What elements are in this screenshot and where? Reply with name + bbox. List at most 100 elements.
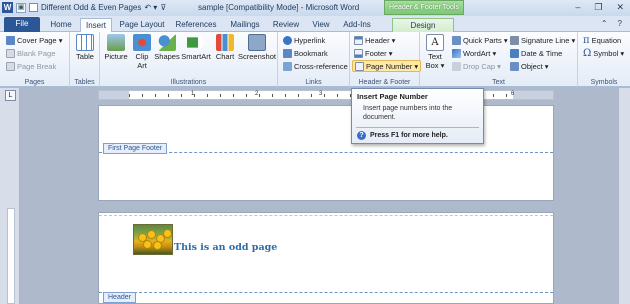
header-footer-tools-label: Header & Footer Tools xyxy=(384,0,464,15)
tab-insert[interactable]: Insert xyxy=(80,18,112,33)
page-break-button[interactable]: Page Break xyxy=(6,60,56,72)
word-app-icon[interactable]: W xyxy=(2,2,13,13)
ruler-tick xyxy=(285,94,286,97)
first-page-footer-tab: First Page Footer xyxy=(103,143,168,154)
tab-design[interactable]: Design xyxy=(392,18,454,32)
cross-reference-label: Cross-reference xyxy=(294,61,348,71)
collapse-ribbon-icon[interactable]: ⌃ xyxy=(601,19,608,28)
ruler-number: 3 xyxy=(319,91,323,97)
flower-image[interactable] xyxy=(133,224,173,255)
ruler-tick xyxy=(246,94,247,97)
date-time-button[interactable]: Date & Time xyxy=(510,47,562,59)
chart-button[interactable]: Chart xyxy=(213,34,237,61)
ruler-tick xyxy=(324,94,325,97)
restore-icon[interactable]: ❐ xyxy=(594,2,602,13)
table-icon xyxy=(76,34,94,51)
footer-icon xyxy=(354,48,363,58)
save-icon[interactable]: ▣ xyxy=(16,2,26,13)
clip-art-button[interactable]: Clip Art xyxy=(132,34,152,70)
blank-page-button[interactable]: Blank Page xyxy=(6,47,55,59)
screenshot-button[interactable]: Screenshot xyxy=(238,34,276,61)
customize-qat-icon[interactable]: ⊽ xyxy=(160,3,166,12)
cover-page-button[interactable]: Cover Page ▾ xyxy=(6,34,62,46)
ruler-tick xyxy=(155,94,156,97)
tab-file[interactable]: File xyxy=(4,17,40,32)
page-break-icon xyxy=(6,61,15,71)
ruler-tick xyxy=(298,94,299,97)
ruler-right-margin xyxy=(513,91,553,99)
bookmark-button[interactable]: Bookmark xyxy=(283,47,328,59)
picture-button[interactable]: Picture xyxy=(102,34,130,61)
object-icon xyxy=(510,61,519,71)
tooltip-title: Insert Page Number xyxy=(357,92,428,101)
signature-line-icon xyxy=(510,35,519,45)
group-illustrations: Picture Clip Art Shapes SmartArt Chart S… xyxy=(100,32,278,87)
tab-selector-icon[interactable]: L xyxy=(5,90,16,101)
smartart-button[interactable]: SmartArt xyxy=(181,34,211,61)
top-margin-line xyxy=(99,215,553,216)
tab-page-layout[interactable]: Page Layout xyxy=(118,18,166,32)
shapes-icon xyxy=(158,34,176,51)
tab-home[interactable]: Home xyxy=(46,18,76,32)
tab-references[interactable]: References xyxy=(172,18,220,32)
different-odd-even-checkbox[interactable] xyxy=(29,3,38,12)
group-label-header-footer: Header & Footer xyxy=(358,79,411,86)
ruler-tick xyxy=(207,94,208,97)
page-number-button[interactable]: Page Number ▾ xyxy=(352,60,422,72)
ruler-number: 6 xyxy=(511,91,515,97)
close-icon[interactable]: ✕ xyxy=(616,2,624,13)
picture-label: Picture xyxy=(104,52,128,61)
group-label-symbols: Symbols xyxy=(590,79,618,86)
tab-mailings[interactable]: Mailings xyxy=(226,18,264,32)
page-break-label: Page Break xyxy=(17,61,57,71)
qat-odd-even-label[interactable]: Different Odd & Even Pages xyxy=(41,3,141,12)
cross-reference-button[interactable]: Cross-reference xyxy=(283,60,348,72)
chart-icon xyxy=(216,34,234,51)
group-label-tables: Tables xyxy=(74,79,95,86)
page-number-tooltip: Insert Page Number Insert page numbers i… xyxy=(351,88,484,144)
text-box-button[interactable]: A Text Box ▾ xyxy=(422,34,448,70)
equation-button[interactable]: π Equation xyxy=(583,34,621,46)
header-label: Header ▾ xyxy=(365,35,396,45)
tab-view[interactable]: View xyxy=(308,18,334,32)
drop-cap-button[interactable]: Drop Cap ▾ xyxy=(452,60,501,72)
group-text: A Text Box ▾ Quick Parts ▾ WordArt ▾ Dro… xyxy=(420,32,578,87)
horizontal-ruler[interactable]: 123456 xyxy=(98,90,554,100)
bookmark-icon xyxy=(283,48,292,58)
quick-parts-button[interactable]: Quick Parts ▾ xyxy=(452,34,508,46)
footer-button[interactable]: Footer ▾ xyxy=(354,47,393,59)
tooltip-separator xyxy=(356,127,479,128)
document-workspace[interactable]: L 123456 First Page Footer This is an od… xyxy=(0,88,630,304)
group-label-text: Text xyxy=(492,79,505,86)
undo-icon[interactable]: ↶ ▾ xyxy=(144,3,157,12)
group-pages: Cover Page ▾ Blank Page Page Break Pages xyxy=(0,32,70,87)
footer-boundary xyxy=(99,152,553,153)
blank-page-icon xyxy=(6,48,15,58)
ruler-tick xyxy=(233,94,234,97)
page-number-icon xyxy=(355,61,364,71)
equation-label: Equation xyxy=(591,35,622,45)
cross-reference-icon xyxy=(283,61,292,71)
shapes-button[interactable]: Shapes xyxy=(154,34,180,61)
flower-petal xyxy=(147,230,156,239)
object-button[interactable]: Object ▾ xyxy=(510,60,549,72)
vertical-scrollbar[interactable] xyxy=(618,88,630,304)
page-one[interactable]: First Page Footer xyxy=(98,105,554,201)
odd-page-text[interactable]: This is an odd page xyxy=(174,242,277,253)
header-button[interactable]: Header ▾ xyxy=(354,34,395,46)
hyperlink-button[interactable]: Hyperlink xyxy=(283,34,325,46)
page-two[interactable]: This is an odd page Header xyxy=(98,212,554,304)
tab-review[interactable]: Review xyxy=(270,18,302,32)
symbol-button[interactable]: Ω Symbol ▾ xyxy=(583,47,624,59)
flower-petal xyxy=(143,240,152,249)
tab-addins[interactable]: Add-Ins xyxy=(340,18,374,32)
group-label-links: Links xyxy=(305,79,322,86)
picture-icon xyxy=(107,34,125,51)
signature-line-button[interactable]: Signature Line ▾ xyxy=(510,34,575,46)
table-button[interactable]: Table xyxy=(73,34,97,61)
symbol-label: Symbol ▾ xyxy=(593,48,625,58)
minimize-icon[interactable]: – xyxy=(575,2,580,13)
wordart-button[interactable]: WordArt ▾ xyxy=(452,47,496,59)
help-icon[interactable]: ? xyxy=(618,19,622,28)
left-ruler-bar: L xyxy=(0,88,20,304)
